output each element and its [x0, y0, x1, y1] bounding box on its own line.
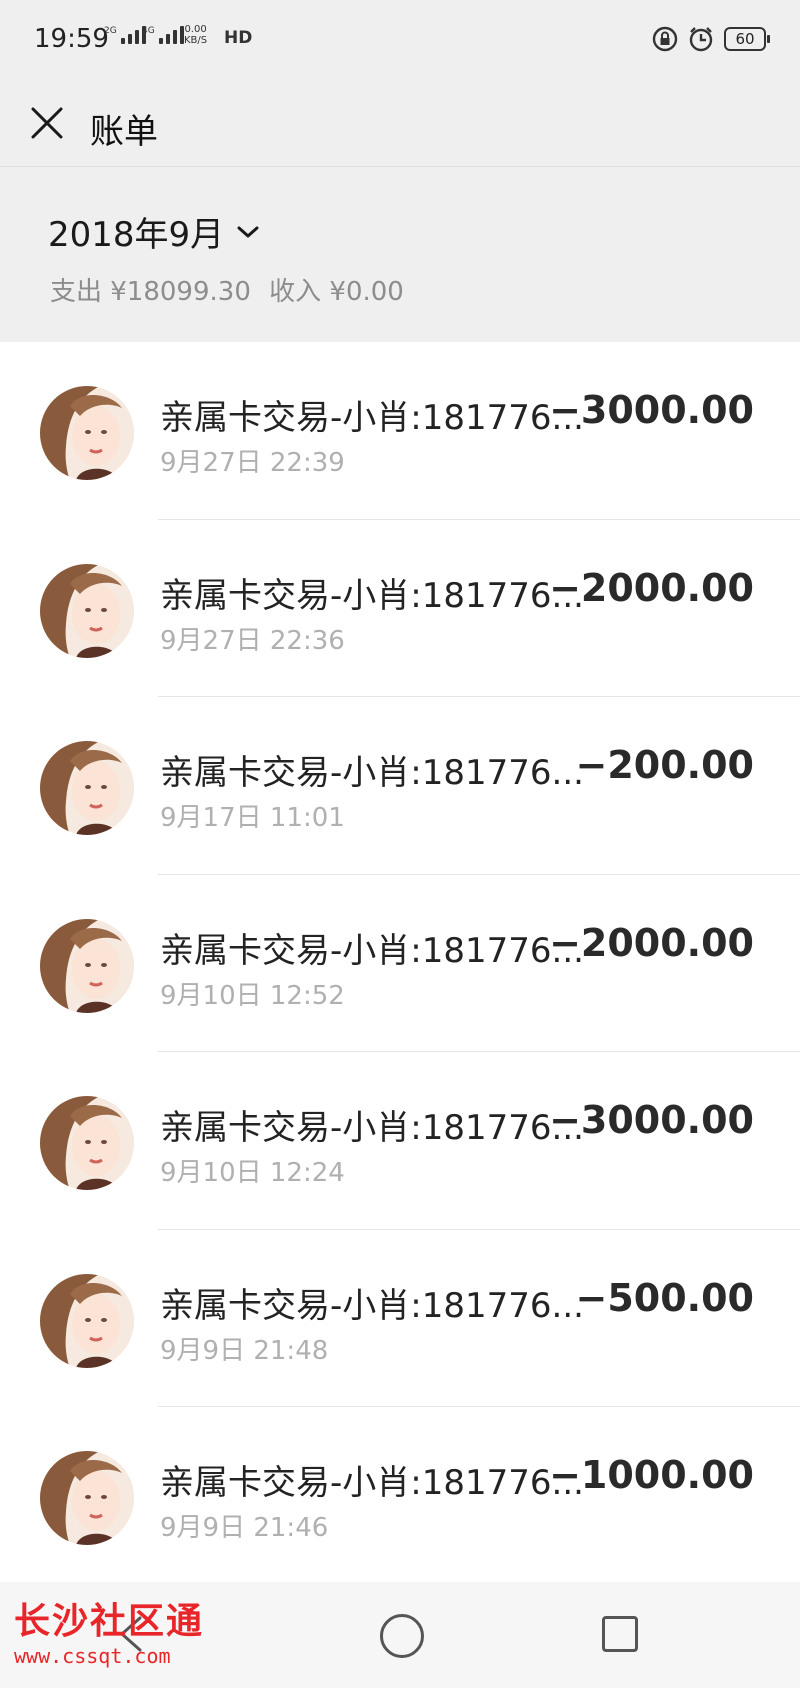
transaction-title: 亲属卡交易-小肖:181776... [160, 1463, 584, 1503]
transaction-time: 9月10日 12:24 [160, 1158, 345, 1188]
net-speed: 0.00 KB/S [184, 24, 207, 46]
avatar [40, 386, 134, 480]
transaction-time: 9月27日 22:39 [160, 448, 345, 478]
transaction-amount: −3000.00 [549, 1098, 754, 1142]
month-summary: 2018年9月 支出 ¥18099.30 收入 ¥0.00 [0, 167, 800, 342]
transaction-amount: −500.00 [575, 1275, 754, 1320]
net-speed-unit: KB/S [184, 35, 208, 46]
signal-tag-2g: 2G [104, 26, 117, 36]
status-time: 19:59 [34, 24, 109, 54]
watermark-url: www.cssqt.com [14, 1644, 171, 1668]
chevron-down-icon [237, 226, 259, 237]
status-bar: 19:59 2G 4G 0.00 KB/S HD 60 [0, 0, 800, 80]
battery-icon: 60 [724, 27, 770, 51]
avatar [40, 918, 134, 1013]
transaction-time: 9月17日 11:01 [160, 803, 345, 833]
avatar [40, 1096, 134, 1190]
transaction-title: 亲属卡交易-小肖:181776... [160, 1285, 584, 1326]
net-speed-value: 0.00 [184, 24, 207, 35]
avatar [40, 1273, 134, 1368]
nav-recent-apps-icon[interactable] [602, 1616, 638, 1652]
battery-level: 60 [735, 30, 755, 48]
expense-total: 支出 ¥18099.30 [50, 277, 251, 307]
signal-strength-4g-icon: 4G [142, 26, 184, 44]
transaction-row[interactable]: 亲属卡交易-小肖:181776... 9月10日 12:24 −3000.00 [0, 1052, 800, 1230]
avatar [40, 563, 134, 658]
avatar [40, 741, 134, 835]
page-title: 账单 [90, 112, 158, 152]
transaction-row[interactable]: 亲属卡交易-小肖:181776... 9月17日 11:01 −200.00 [0, 697, 800, 875]
watermark-title: 长沙社区通 [14, 1601, 205, 1642]
rotation-lock-icon [652, 26, 678, 52]
signal-strength-icon: 2G [104, 26, 146, 44]
transaction-title: 亲属卡交易-小肖:181776... [160, 1108, 584, 1148]
income-total: 收入 ¥0.00 [269, 277, 404, 307]
transaction-row[interactable]: 亲属卡交易-小肖:181776... 9月27日 22:36 −2000.00 [0, 520, 800, 697]
transaction-title: 亲属卡交易-小肖:181776... [160, 753, 584, 793]
transaction-row[interactable]: 亲属卡交易-小肖:181776... 9月27日 22:39 −3000.00 [0, 342, 800, 520]
month-label: 2018年9月 [48, 215, 225, 255]
alarm-icon [689, 27, 713, 52]
transaction-title: 亲属卡交易-小肖:181776... [160, 930, 584, 971]
transaction-amount: −1000.00 [549, 1453, 754, 1497]
watermark-logo: 长沙社区通 www.cssqt.com [14, 1601, 205, 1669]
transaction-title: 亲属卡交易-小肖:181776... [160, 575, 584, 616]
transaction-amount: −2000.00 [549, 565, 754, 610]
nav-home-icon[interactable] [380, 1614, 424, 1658]
transaction-list: 亲属卡交易-小肖:181776... 9月27日 22:39 −3000.00 亲属卡… [0, 342, 800, 1585]
transaction-row[interactable]: 亲属卡交易-小肖:181776... 9月9日 21:48 −500.00 [0, 1230, 800, 1407]
close-button[interactable] [22, 98, 72, 148]
transaction-time: 9月10日 12:52 [160, 980, 345, 1011]
transaction-time: 9月9日 21:48 [160, 1335, 329, 1366]
signal-tag-4g: 4G [142, 26, 155, 36]
month-selector[interactable]: 2018年9月 [48, 207, 260, 256]
hd-voice-icon: HD [224, 28, 253, 48]
avatar [40, 1451, 134, 1545]
month-totals: 支出 ¥18099.30 收入 ¥0.00 [50, 271, 404, 308]
transaction-amount: −3000.00 [549, 388, 754, 432]
title-bar: 账单 [0, 80, 800, 167]
transaction-amount: −200.00 [575, 743, 754, 787]
transaction-time: 9月27日 22:36 [160, 625, 345, 656]
transaction-row[interactable]: 亲属卡交易-小肖:181776... 9月10日 12:52 −2000.00 [0, 875, 800, 1052]
transaction-amount: −2000.00 [549, 920, 754, 965]
transaction-title: 亲属卡交易-小肖:181776... [160, 398, 584, 438]
transaction-time: 9月9日 21:46 [160, 1513, 329, 1543]
transaction-row[interactable]: 亲属卡交易-小肖:181776... 9月9日 21:46 −1000.00 [0, 1407, 800, 1585]
close-icon [31, 107, 63, 139]
